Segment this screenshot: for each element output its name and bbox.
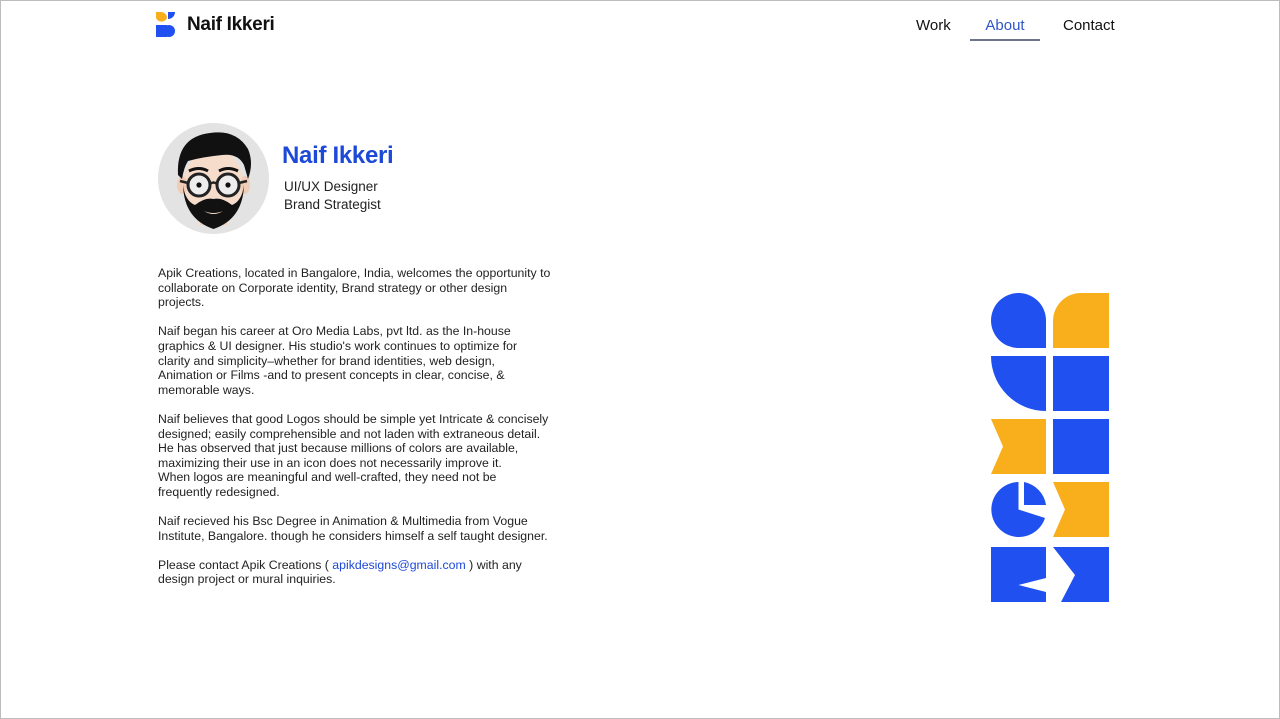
brand-name: Naif Ikkeri <box>187 14 275 35</box>
nav-about[interactable]: About <box>970 17 1040 34</box>
avatar <box>158 123 269 234</box>
avatar-illustration <box>158 123 269 234</box>
geometric-artwork <box>991 293 1109 602</box>
profile-role-strategist: Brand Strategist <box>284 197 381 212</box>
art-tile-row-3 <box>991 419 1109 474</box>
contact-text-before: Please contact Apik Creations ( <box>158 557 333 572</box>
nav-work[interactable]: Work <box>916 17 951 34</box>
bio-paragraph-intro: Apik Creations, located in Bangalore, In… <box>158 266 551 310</box>
bio-paragraph-logos: Naif believes that good Logos should be … <box>158 411 549 499</box>
art-tile-row-1 <box>991 293 1109 348</box>
bio-paragraph-education: Naif recieved his Bsc Degree in Animatio… <box>158 514 548 543</box>
logo-mark-icon <box>156 12 175 37</box>
profile-name: Naif Ikkeri <box>282 142 394 169</box>
nav-contact[interactable]: Contact <box>1063 17 1115 34</box>
art-tile-row-4 <box>991 482 1109 537</box>
bio-section: Apik Creations, located in Bangalore, In… <box>158 266 568 602</box>
active-nav-underline <box>970 39 1040 41</box>
bio-paragraph-contact: Please contact Apik Creations ( apikdesi… <box>158 558 568 587</box>
email-link[interactable]: apikdesigns@gmail.com <box>332 558 465 572</box>
art-tile-row-5 <box>991 547 1109 602</box>
profile-role-designer: UI/UX Designer <box>284 179 378 194</box>
art-tile-row-2 <box>991 356 1109 411</box>
brand-logo-link[interactable]: Naif Ikkeri <box>156 12 275 38</box>
bio-paragraph-career: Naif began his career at Oro Media Labs,… <box>158 324 518 397</box>
